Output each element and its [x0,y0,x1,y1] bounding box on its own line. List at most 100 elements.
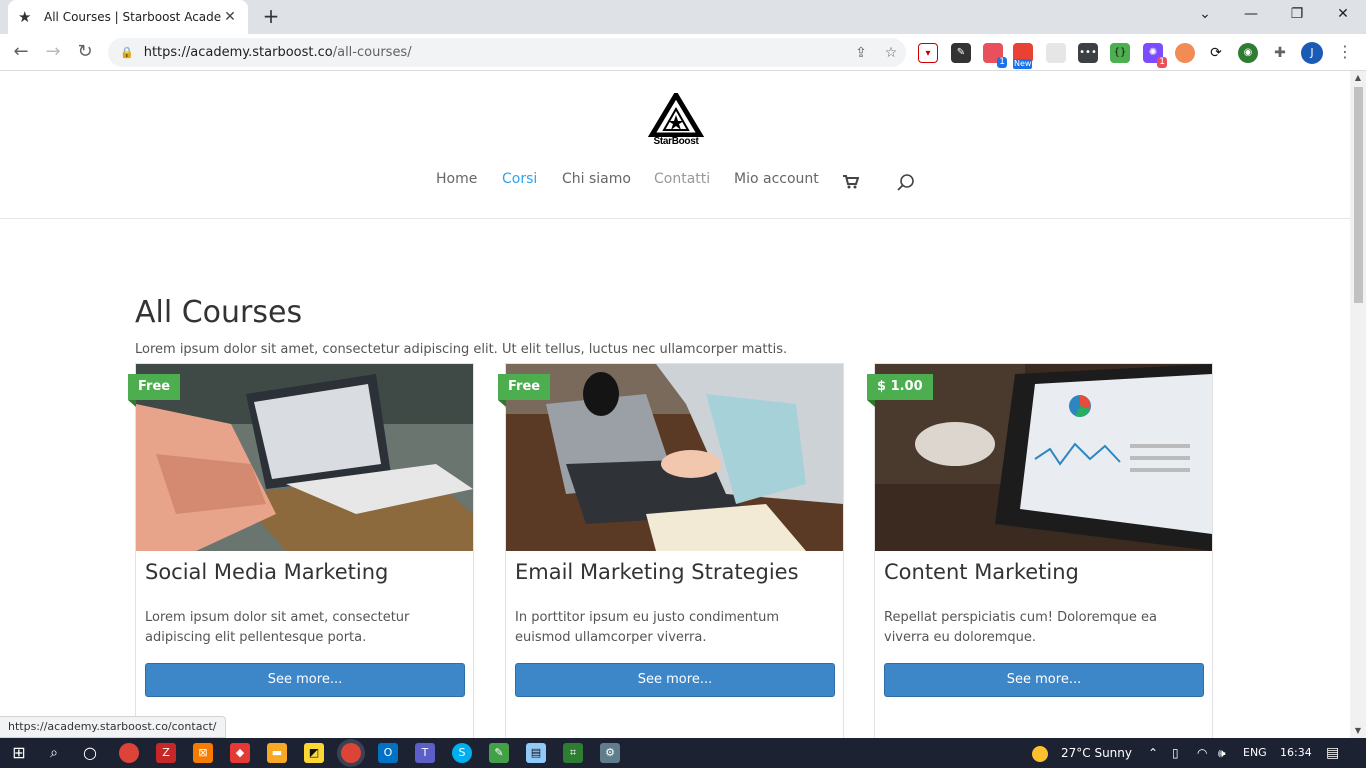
see-more-button[interactable]: See more... [515,663,835,697]
device-icon[interactable]: ▯ [1172,738,1179,768]
page-title: All Courses [135,295,303,330]
extension-sync-icon[interactable]: ⟳ [1206,43,1226,63]
ext-new-badge: New [1013,59,1033,69]
page-viewport: StarBoost Home Corsi Chi siamo Contatti … [0,71,1350,738]
back-icon[interactable]: ← [8,40,34,66]
nav-mio-account[interactable]: Mio account [734,171,819,187]
star-favicon-icon: ★ [18,8,32,26]
weather-icon[interactable] [1032,738,1048,768]
forward-icon[interactable]: → [40,40,66,66]
site-header: StarBoost Home Corsi Chi siamo Contatti … [0,71,1350,219]
extension-braces-icon[interactable]: {} [1110,43,1130,63]
see-more-button[interactable]: See more... [884,663,1204,697]
nav-home[interactable]: Home [436,171,477,187]
course-image[interactable] [506,364,843,551]
tab-title: All Courses | Starboost Academy [44,10,222,24]
language-indicator[interactable]: ENG [1243,738,1267,768]
extension-badge-icon[interactable]: 1 [983,43,1007,68]
logo-triangle-icon [647,90,705,138]
sticky-notes-icon[interactable]: ◩ [304,743,324,763]
extension-pen-icon[interactable]: ✎ [951,43,971,63]
ext-badge-count: 1 [997,57,1007,68]
url-text[interactable]: https://academy.starboost.co/all-courses… [144,45,846,60]
price-badge: $ 1.00 [867,374,933,407]
teams-icon[interactable]: T [415,743,435,763]
extension-flower-icon[interactable]: ✺ 1 [1143,43,1167,68]
extension-orange-icon[interactable] [1175,43,1195,63]
clock[interactable]: 16:34 [1280,738,1312,768]
browser-toolbar: ← → ↻ 🔒 https://academy.starboost.co/all… [0,34,1366,71]
filezilla-icon[interactable]: Z [156,743,176,763]
search-taskbar-icon[interactable]: ⌕ [44,743,64,763]
minimize-button[interactable]: — [1228,0,1274,30]
scroll-down-icon[interactable]: ▼ [1350,724,1366,738]
skype-icon[interactable]: S [452,743,472,763]
extensions-puzzle-icon[interactable]: ✚ [1270,43,1290,63]
notepad-icon[interactable]: ✎ [489,743,509,763]
course-title[interactable]: Email Marketing Strategies [515,560,799,584]
new-tab-button[interactable]: + [258,4,284,30]
search-icon[interactable] [896,173,916,193]
windows-start-icon[interactable]: ⊞ [9,743,29,763]
extension-globe-icon[interactable]: ◉ [1238,43,1258,63]
course-title[interactable]: Content Marketing [884,560,1079,584]
outlook-icon[interactable]: O [378,743,398,763]
course-description: Lorem ipsum dolor sit amet, consectetur … [145,610,410,645]
bookmark-star-icon[interactable]: ☆ [876,45,906,61]
ext-badge-count-2: 1 [1157,57,1167,68]
tray-chevron-icon[interactable]: ⌃ [1148,738,1158,768]
nav-chi-siamo[interactable]: Chi siamo [562,171,631,187]
share-icon[interactable]: ⇪ [846,45,876,61]
tab-strip: ★ All Courses | Starboost Academy ✕ + ⌄ … [0,0,1366,34]
course-card: $ 1.00 Content Marketing Repellat perspi… [867,363,1213,738]
windows-taskbar: ⊞ ⌕ ○ Z ⊠ ◆ ▬ ◩ O T S ✎ ▤ ⌗ ⚙ 27°C Sunny… [0,738,1366,768]
cart-icon[interactable] [843,175,860,193]
starboost-logo[interactable]: StarBoost [647,90,705,151]
page-scrollbar[interactable]: ▲ ▼ [1350,71,1366,738]
extension-blank-icon[interactable] [1046,43,1066,63]
cortana-icon[interactable]: ○ [80,743,100,763]
page-intro: Lorem ipsum dolor sit amet, consectetur … [135,342,788,357]
course-description: Repellat perspiciatis cum! Doloremque ea… [884,610,1157,645]
logo-text: StarBoost [653,136,699,147]
network-tool-icon[interactable]: ⌗ [563,743,583,763]
course-image[interactable] [136,364,473,551]
notifications-icon[interactable]: ▤ [1326,738,1339,768]
link-status-bar: https://academy.starboost.co/contact/ [0,716,226,738]
wifi-icon[interactable]: ◠ [1197,738,1207,768]
course-card: Free Email Marketing Strategies In portt… [498,363,844,738]
course-title[interactable]: Social Media Marketing [145,560,388,584]
profile-avatar[interactable]: J [1301,42,1323,64]
address-bar[interactable]: 🔒 https://academy.starboost.co/all-cours… [108,38,906,67]
app-taskbar-icon[interactable]: ⚙ [600,743,620,763]
extension-new-icon[interactable]: New [1013,43,1033,69]
price-badge: Free [498,374,551,407]
main-nav: Home Corsi Chi siamo Contatti Mio accoun… [0,171,1350,195]
weather-text[interactable]: 27°C Sunny [1061,738,1132,768]
scroll-up-icon[interactable]: ▲ [1350,71,1366,85]
browser-tab[interactable]: ★ All Courses | Starboost Academy ✕ [8,0,248,34]
notes-icon[interactable]: ▤ [526,743,546,763]
volume-icon[interactable]: 🕪 [1218,738,1226,768]
xampp-icon[interactable]: ⊠ [193,743,213,763]
course-card: Free Social Media Marketing Lorem ipsum … [128,363,474,738]
course-description: In porttitor ipsum eu justo condimentum … [515,610,780,645]
browser-menu-icon[interactable]: ⋮ [1335,40,1355,66]
nav-contatti[interactable]: Contatti [654,171,710,187]
chrome-active-icon[interactable] [341,743,361,763]
lock-icon: 🔒 [120,46,134,59]
chrome-taskbar-icon[interactable] [119,743,139,763]
tab-search-icon[interactable]: ⌄ [1182,0,1228,30]
see-more-button[interactable]: See more... [145,663,465,697]
close-tab-icon[interactable]: ✕ [222,9,238,25]
close-window-button[interactable]: ✕ [1320,0,1366,30]
scroll-thumb[interactable] [1354,87,1363,303]
file-explorer-icon[interactable]: ▬ [267,743,287,763]
price-badge: Free [128,374,181,407]
reload-icon[interactable]: ↻ [72,40,98,66]
anydesk-icon[interactable]: ◆ [230,743,250,763]
restore-button[interactable]: ❐ [1274,0,1320,30]
extension-shield-icon[interactable]: ▾ [918,43,938,63]
extension-dots-icon[interactable]: ••• [1078,43,1098,63]
nav-corsi[interactable]: Corsi [502,171,537,187]
